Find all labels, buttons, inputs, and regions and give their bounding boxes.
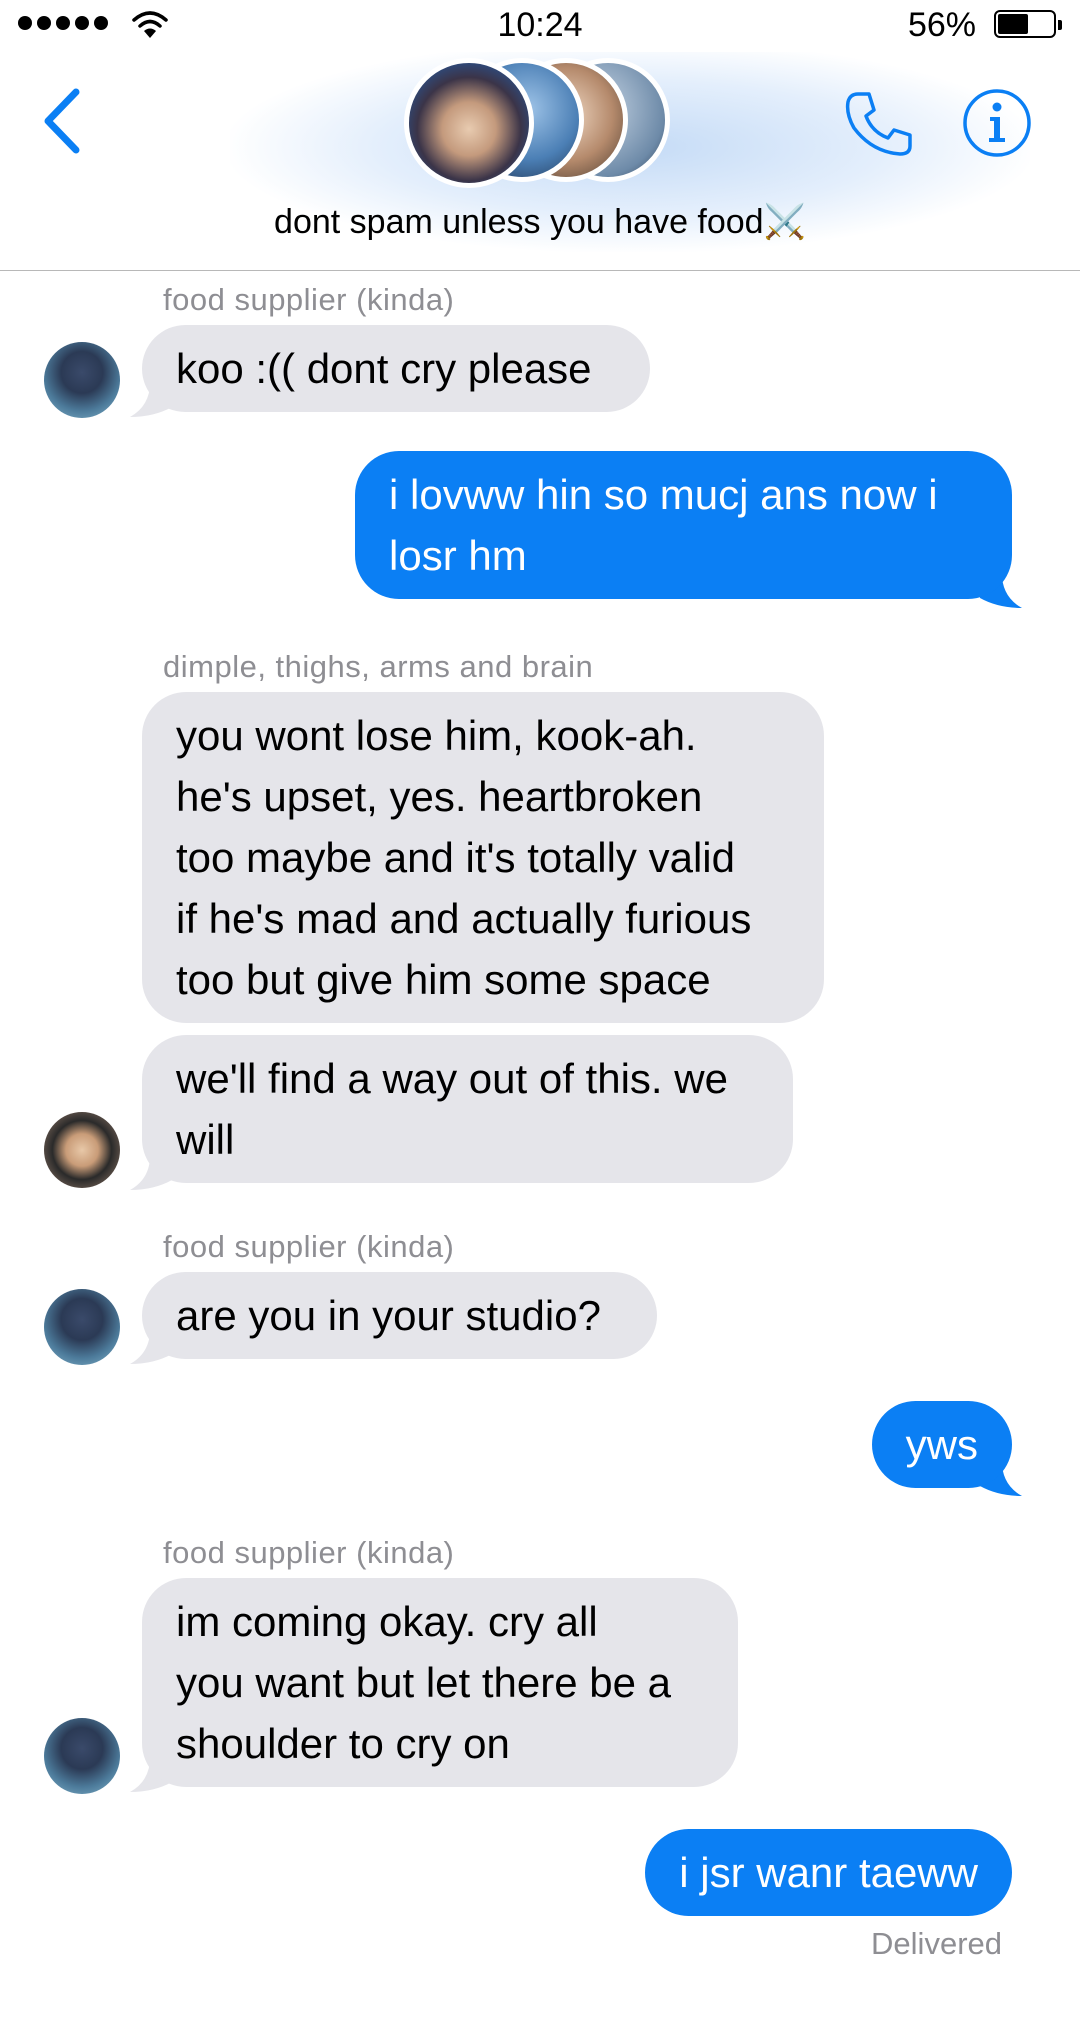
message-text-line: you want but let there be a	[176, 1659, 671, 1706]
message-text-line: shoulder to cry on	[176, 1720, 510, 1767]
chevron-left-icon[interactable]	[40, 86, 84, 156]
message-text-line: i lovww hin so mucj ans now i	[389, 471, 938, 518]
battery-icon	[994, 10, 1062, 38]
group-avatars[interactable]	[404, 56, 684, 188]
message-text-line: if he's mad and actually furious	[176, 895, 752, 942]
sender-name: dimple, thighs, arms and brain	[163, 649, 594, 684]
message-text-line: im coming okay. cry all	[176, 1598, 598, 1645]
group-title[interactable]: dont spam unless you have food⚔️	[0, 202, 1080, 242]
message-text-line: will	[176, 1116, 235, 1163]
status-bar: 10:24 56%	[0, 0, 1080, 52]
message-text-line: too but give him some space	[176, 956, 711, 1003]
message-text: i jsr wanr taeww	[679, 1849, 978, 1896]
message-bubble-outgoing[interactable]: i lovww hin so mucj ans now i losr hm	[355, 451, 1012, 599]
sender-avatar[interactable]	[44, 1289, 120, 1365]
message-text: are you in your studio?	[176, 1292, 601, 1339]
sender-name: food supplier (kinda)	[163, 1229, 455, 1264]
message-text-line: too maybe and it's totally valid	[176, 834, 735, 881]
message-text-line: we'll find a way out of this. we	[176, 1055, 728, 1102]
message-bubble-outgoing[interactable]: yws	[871, 1401, 1012, 1488]
message-bubble-incoming[interactable]: you wont lose him, kook-ah. he's upset, …	[142, 692, 824, 1023]
message-text-line: losr hm	[389, 532, 527, 579]
group-avatar-1	[404, 58, 534, 188]
sender-name: food supplier (kinda)	[163, 282, 455, 317]
sender-avatar[interactable]	[44, 342, 120, 418]
battery-percentage: 56%	[907, 6, 976, 44]
message-bubble-incoming[interactable]: im coming okay. cry all you want but let…	[142, 1578, 738, 1787]
message-bubble-outgoing[interactable]: i jsr wanr taeww	[645, 1829, 1012, 1916]
message-text: yws	[905, 1421, 978, 1468]
phone-icon[interactable]	[842, 88, 916, 162]
message-bubble-incoming[interactable]: we'll find a way out of this. we will	[142, 1035, 793, 1183]
delivered-status: Delivered	[871, 1926, 1002, 1961]
sender-avatar[interactable]	[44, 1718, 120, 1794]
sender-name: food supplier (kinda)	[163, 1535, 455, 1570]
message-text: koo :(( dont cry please	[176, 345, 592, 392]
message-text-line: he's upset, yes. heartbroken	[176, 773, 703, 820]
sender-avatar[interactable]	[44, 1112, 120, 1188]
message-bubble-incoming[interactable]: are you in your studio?	[142, 1272, 657, 1359]
info-icon[interactable]	[962, 88, 1032, 158]
message-text-line: you wont lose him, kook-ah.	[176, 712, 697, 759]
message-bubble-incoming[interactable]: koo :(( dont cry please	[142, 325, 650, 412]
conversation-header: dont spam unless you have food⚔️	[0, 52, 1080, 271]
